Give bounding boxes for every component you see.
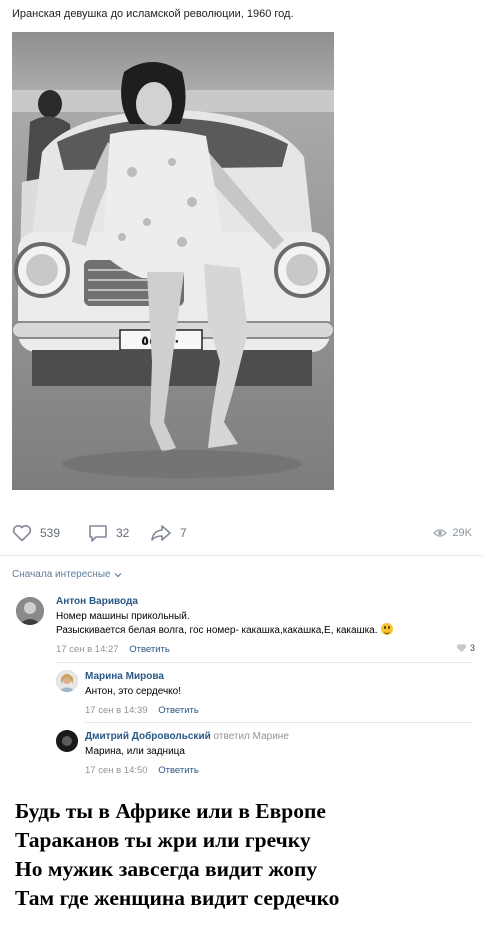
- comment-author[interactable]: Марина Мирова: [85, 671, 164, 682]
- views-counter: 29K: [433, 518, 472, 548]
- eye-icon: [433, 529, 448, 537]
- comment-icon: [89, 525, 107, 542]
- poem-line: Там где женщина видит сердечко: [15, 886, 340, 910]
- poem-line: Будь ты в Африке или в Европе: [15, 799, 326, 823]
- comment-author[interactable]: Антон Варивода: [56, 596, 138, 607]
- comment-text-line2: Разыскивается белая волга, гос номер- ка…: [56, 623, 393, 637]
- divider: [85, 722, 472, 723]
- comment-likes-count: 3: [470, 643, 476, 653]
- avatar-image: [56, 670, 78, 692]
- poem-line: Тараканов ты жри или гречку: [15, 828, 311, 852]
- share-button[interactable]: 7: [150, 518, 187, 548]
- comment-like-button[interactable]: 3: [456, 643, 475, 653]
- smile-emoji-icon: [380, 623, 393, 635]
- comment-author[interactable]: Дмитрий Добровольский ответил Марине: [85, 731, 289, 742]
- reply-button[interactable]: Ответить: [129, 644, 170, 655]
- reply-target: ответил Марине: [213, 731, 289, 742]
- comment-text: Номер машины прикольный.: [56, 611, 190, 622]
- divider: [0, 555, 483, 556]
- avatar-image: [56, 730, 78, 752]
- views-count: 29K: [452, 527, 472, 539]
- comments-sort-label: Сначала интересные: [12, 569, 111, 580]
- comments-count: 32: [116, 526, 130, 540]
- divider: [56, 662, 472, 663]
- post-caption: Иранская девушка до исламской революции,…: [12, 8, 294, 20]
- post-photo[interactable]: ٥٥٥٤٠: [12, 32, 334, 490]
- poem-text: Будь ты в Африке или в Европе Тараканов …: [15, 797, 339, 913]
- avatar-image: [16, 597, 44, 625]
- avatar[interactable]: [56, 670, 78, 692]
- comment-date[interactable]: 17 сен в 14:50: [85, 765, 148, 776]
- heart-icon: [12, 525, 32, 542]
- chevron-down-icon: [114, 572, 122, 577]
- photo-illustration: ٥٥٥٤٠: [12, 32, 334, 490]
- share-icon: [151, 525, 171, 541]
- avatar[interactable]: [16, 597, 44, 625]
- comments-sort-dropdown[interactable]: Сначала интересные: [12, 569, 122, 580]
- poem-line: Но мужик завсегда видит жопу: [15, 857, 318, 881]
- comment-meta: 17 сен в 14:27 Ответить: [56, 644, 170, 655]
- shares-count: 7: [180, 526, 187, 540]
- comment-date[interactable]: 17 сен в 14:39: [85, 705, 148, 716]
- reply-button[interactable]: Ответить: [158, 705, 199, 716]
- comment-date[interactable]: 17 сен в 14:27: [56, 644, 119, 655]
- comment-button[interactable]: 32: [88, 518, 129, 548]
- reply-button[interactable]: Ответить: [158, 765, 199, 776]
- heart-icon: [456, 644, 467, 653]
- comment-meta: 17 сен в 14:39 Ответить: [85, 705, 199, 716]
- comment-text: Антон, это сердечко!: [85, 686, 181, 697]
- post-actions: 539 32 7 29K: [12, 518, 472, 548]
- likes-count: 539: [40, 526, 61, 540]
- like-button[interactable]: 539: [12, 518, 60, 548]
- avatar[interactable]: [56, 730, 78, 752]
- comment-text: Марина, или задница: [85, 746, 185, 757]
- comment-meta: 17 сен в 14:50 Ответить: [85, 765, 199, 776]
